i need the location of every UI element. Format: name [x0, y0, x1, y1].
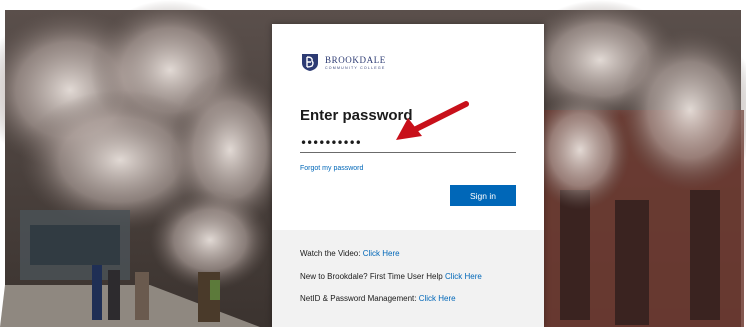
- netid-password-link[interactable]: Click Here: [419, 294, 456, 303]
- red-arrow-annotation-icon: [396, 101, 469, 140]
- watch-video-link[interactable]: Click Here: [363, 249, 400, 258]
- forgot-password-link[interactable]: Forgot my password: [300, 165, 363, 172]
- help-row-netid: NetID & Password Management: Click Here: [300, 294, 456, 303]
- help-row-netid-label: NetID & Password Management:: [300, 294, 419, 303]
- help-row-first-time: New to Brookdale? First Time User Help C…: [300, 272, 482, 281]
- help-row-video: Watch the Video: Click Here: [300, 249, 400, 258]
- help-row-video-label: Watch the Video:: [300, 249, 363, 258]
- brookdale-logo: BROOKDALE COMMUNITY COLLEGE: [300, 52, 386, 72]
- sign-in-button[interactable]: Sign in: [450, 185, 516, 206]
- sign-in-panel: BROOKDALE COMMUNITY COLLEGE Enter passwo…: [272, 24, 544, 327]
- brand-subtitle: COMMUNITY COLLEGE: [325, 65, 386, 70]
- help-links-section: Watch the Video: Click Here New to Brook…: [272, 230, 544, 327]
- first-time-help-link[interactable]: Click Here: [445, 272, 482, 281]
- brand-name: BROOKDALE: [325, 54, 386, 65]
- brookdale-shield-icon: [302, 54, 318, 71]
- help-row-first-time-label: New to Brookdale? First Time User Help: [300, 272, 445, 281]
